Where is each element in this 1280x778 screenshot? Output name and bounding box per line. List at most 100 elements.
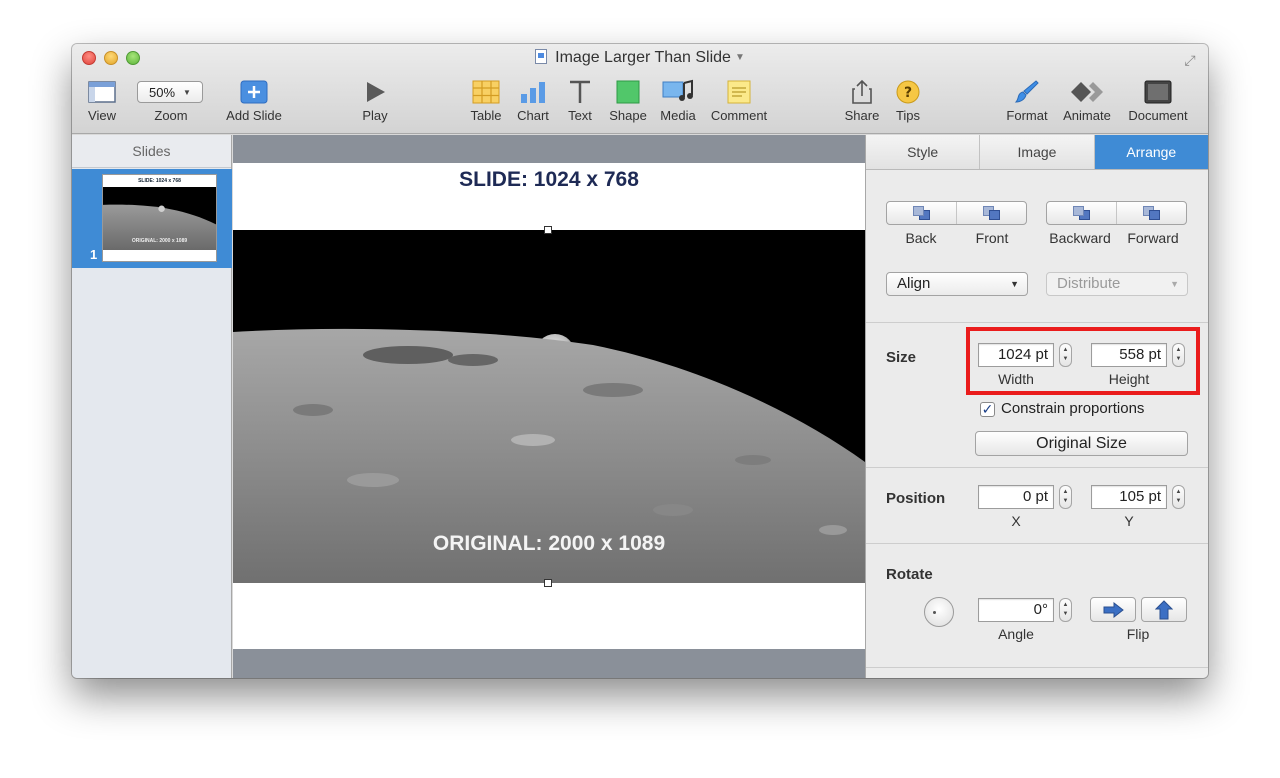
distribute-popup-label: Distribute bbox=[1057, 275, 1121, 292]
animate-label: Animate bbox=[1063, 108, 1111, 123]
slide-thumbnail-1[interactable]: 1 SLIDE: 1024 x 768 ORIGINAL: 2000 x 108… bbox=[72, 169, 232, 268]
back-label: Back bbox=[905, 230, 937, 246]
angle-field[interactable]: 0° bbox=[978, 598, 1054, 622]
backward-button[interactable] bbox=[1047, 202, 1117, 224]
bring-forward-icon bbox=[1142, 206, 1161, 220]
original-size-button[interactable]: Original Size bbox=[975, 431, 1188, 456]
backward-label: Backward bbox=[1049, 230, 1111, 246]
format-button[interactable]: Format bbox=[1002, 78, 1052, 123]
flip-horizontal-arrow-icon bbox=[1103, 601, 1124, 618]
thumbnail-caption: ORIGINAL: 2000 x 1089 bbox=[131, 238, 188, 244]
toolbar: Image Larger Than Slide ▼ ⤢ View 50% ▼ Zoo… bbox=[72, 44, 1208, 134]
document-icon bbox=[1125, 78, 1191, 106]
animate-button[interactable]: Animate bbox=[1058, 78, 1116, 123]
zoom-control[interactable]: 50% ▼ Zoom bbox=[137, 78, 205, 123]
flip-label: Flip bbox=[1126, 626, 1150, 642]
resize-handle-bottom[interactable] bbox=[544, 579, 552, 587]
rotate-label: Rotate bbox=[886, 566, 933, 583]
slide-canvas[interactable]: SLIDE: 1024 x 768 ORIGINAL: 2000 x 1089 bbox=[233, 135, 865, 678]
earthrise-image[interactable]: ORIGINAL: 2000 x 1089 bbox=[233, 230, 865, 583]
x-label: X bbox=[1011, 513, 1021, 529]
share-icon bbox=[842, 78, 882, 106]
table-button[interactable]: Table bbox=[468, 78, 504, 123]
front-button[interactable] bbox=[957, 202, 1026, 224]
comment-button[interactable]: Comment bbox=[706, 78, 772, 123]
document-button[interactable]: Document bbox=[1125, 78, 1191, 123]
text-button[interactable]: Text bbox=[562, 78, 598, 123]
slide[interactable]: SLIDE: 1024 x 768 ORIGINAL: 2000 x 1089 bbox=[233, 163, 865, 649]
y-stepper[interactable]: ▲ ▼ bbox=[1172, 485, 1185, 509]
flip-horizontal-button[interactable] bbox=[1090, 597, 1136, 622]
slides-header: Slides bbox=[72, 135, 231, 168]
constrain-proportions-label: Constrain proportions bbox=[1001, 400, 1145, 417]
zoom-popup[interactable]: 50% ▼ bbox=[137, 81, 203, 103]
add-slide-button[interactable]: Add Slide bbox=[222, 78, 286, 123]
slide-number: 1 bbox=[90, 247, 98, 262]
window-title[interactable]: Image Larger Than Slide ▼ bbox=[72, 49, 1208, 67]
flip-vertical-button[interactable] bbox=[1141, 597, 1187, 622]
backward-forward-button-group bbox=[1046, 201, 1187, 225]
back-button[interactable] bbox=[887, 202, 957, 224]
size-section: Size 1024 pt ▲ ▼ Width 558 pt ▲ ▼ Height ✓… bbox=[866, 323, 1208, 468]
image-caption: ORIGINAL: 2000 x 1089 bbox=[432, 532, 666, 555]
share-button[interactable]: Share bbox=[842, 78, 882, 123]
forward-label: Forward bbox=[1127, 230, 1179, 246]
comment-label: Comment bbox=[710, 108, 768, 123]
tab-image[interactable]: Image bbox=[980, 135, 1095, 169]
rotate-section: Rotate 0° ▲ ▼ Angle Flip bbox=[866, 544, 1208, 668]
view-button[interactable]: View bbox=[82, 78, 122, 123]
back-front-button-group bbox=[886, 201, 1027, 225]
y-field[interactable]: 105 pt bbox=[1091, 485, 1167, 509]
comment-icon bbox=[706, 78, 772, 106]
media-label: Media bbox=[660, 108, 696, 123]
constrain-proportions-checkbox[interactable]: ✓ bbox=[980, 402, 995, 417]
x-field[interactable]: 0 pt bbox=[978, 485, 1054, 509]
distribute-chevron-icon: ▼ bbox=[1170, 279, 1179, 289]
front-label: Front bbox=[975, 230, 1009, 246]
send-backward-icon bbox=[1072, 206, 1091, 220]
chart-label: Chart bbox=[517, 108, 549, 123]
zoom-chevron-icon: ▼ bbox=[183, 87, 191, 97]
view-icon bbox=[82, 78, 122, 106]
x-stepper[interactable]: ▲ ▼ bbox=[1059, 485, 1072, 509]
table-label: Table bbox=[470, 108, 502, 123]
animate-icon bbox=[1058, 78, 1116, 106]
paintbrush-icon bbox=[1002, 78, 1052, 106]
chart-button[interactable]: Chart bbox=[514, 78, 552, 123]
keynote-document-icon bbox=[535, 49, 548, 64]
tab-style[interactable]: Style bbox=[866, 135, 981, 169]
zoom-label: Zoom bbox=[154, 108, 188, 123]
title-menu-chevron-icon[interactable]: ▼ bbox=[735, 52, 745, 63]
rotation-dial[interactable] bbox=[924, 597, 954, 627]
position-section: Position 0 pt ▲ ▼ X 105 pt ▲ ▼ Y bbox=[866, 468, 1208, 544]
svg-text:?: ? bbox=[904, 85, 912, 101]
table-icon bbox=[468, 78, 504, 106]
fullscreen-icon[interactable]: ⤢ bbox=[1182, 52, 1198, 68]
angle-stepper[interactable]: ▲ ▼ bbox=[1059, 598, 1072, 622]
shape-icon bbox=[607, 78, 649, 106]
slide-title[interactable]: SLIDE: 1024 x 768 bbox=[233, 168, 865, 192]
tab-arrange[interactable]: Arrange bbox=[1094, 135, 1208, 169]
zoom-value: 50% bbox=[149, 84, 176, 100]
resize-handle-top[interactable] bbox=[544, 226, 552, 234]
shape-label: Shape bbox=[609, 108, 647, 123]
distribute-popup[interactable]: Distribute ▼ bbox=[1046, 272, 1188, 296]
chart-icon bbox=[514, 78, 552, 106]
tips-icon: ? bbox=[890, 78, 926, 106]
play-button[interactable]: Play bbox=[357, 78, 393, 123]
play-icon bbox=[357, 78, 393, 106]
window-title-text: Image Larger Than Slide bbox=[555, 49, 731, 66]
shape-button[interactable]: Shape bbox=[607, 78, 649, 123]
align-popup[interactable]: Align ▼ bbox=[886, 272, 1028, 296]
tips-button[interactable]: ? Tips bbox=[890, 78, 926, 123]
share-label: Share bbox=[844, 108, 880, 123]
align-chevron-icon: ▼ bbox=[1010, 279, 1019, 289]
slide-thumbnail-preview: SLIDE: 1024 x 768 ORIGINAL: 2000 x 1089 bbox=[102, 174, 217, 262]
tips-label: Tips bbox=[895, 108, 921, 123]
forward-button[interactable] bbox=[1117, 202, 1186, 224]
slide-navigator: Slides 1 SLIDE: 1024 x 768 ORIGINAL: 200… bbox=[72, 135, 232, 678]
thumbnail-slide-title: SLIDE: 1024 x 768 bbox=[138, 178, 181, 184]
media-icon bbox=[656, 78, 700, 106]
earthrise-graphic bbox=[233, 230, 865, 583]
media-button[interactable]: Media bbox=[656, 78, 700, 123]
